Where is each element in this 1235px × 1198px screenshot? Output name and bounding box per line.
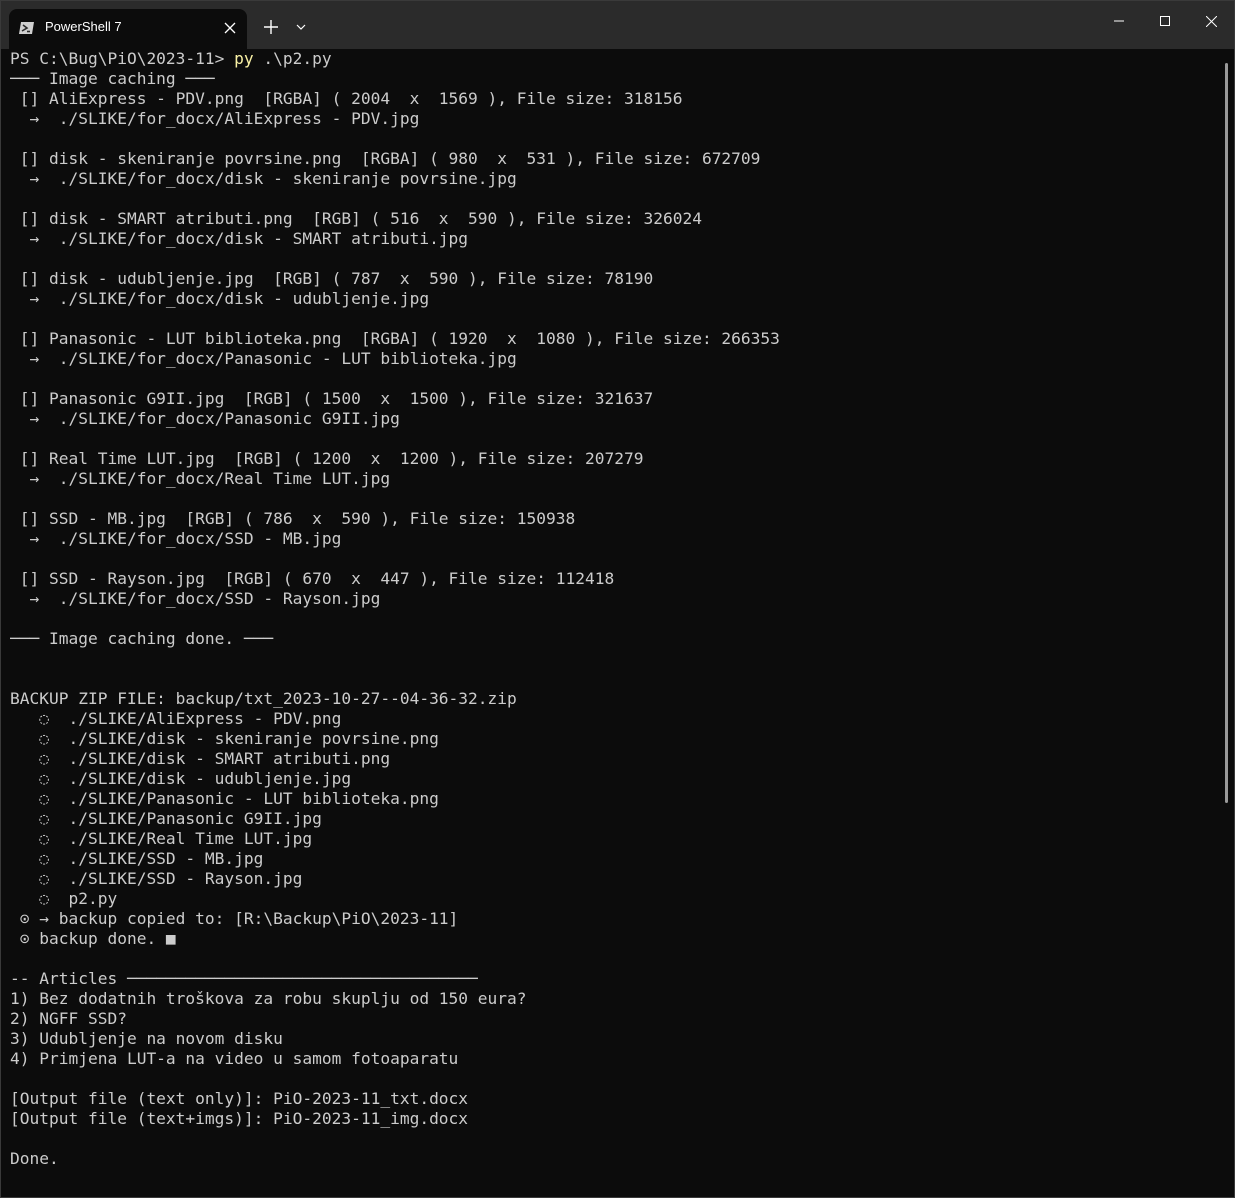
output-line: → ./SLIKE/for_docx/SSD - MB.jpg [10, 529, 342, 548]
output-line: [] SSD - MB.jpg [RGB] ( 786 x 590 ), Fil… [10, 509, 576, 528]
output-line: [] Panasonic - LUT biblioteka.png [RGBA]… [10, 329, 780, 348]
output-line: [] disk - skeniranje povrsine.png [RGBA]… [10, 149, 761, 168]
output-line: 2) NGFF SSD? [10, 1009, 127, 1028]
tab-title: PowerShell 7 [45, 19, 122, 34]
output-line: ◌ ./SLIKE/Panasonic G9II.jpg [10, 809, 322, 828]
output-line: [] Real Time LUT.jpg [RGB] ( 1200 x 1200… [10, 449, 644, 468]
output-line: [] disk - SMART atributi.png [RGB] ( 516… [10, 209, 702, 228]
terminal-output[interactable]: PS C:\Bug\PiO\2023-11> py .\p2.py ─── Im… [10, 49, 1215, 1195]
output-line: ◌ ./SLIKE/AliExpress - PDV.png [10, 709, 342, 728]
output-line: [] AliExpress - PDV.png [RGBA] ( 2004 x … [10, 89, 683, 108]
tab-powershell[interactable]: PowerShell 7 [9, 9, 247, 49]
tab-dropdown-button[interactable] [291, 15, 311, 39]
output-line: → ./SLIKE/for_docx/disk - udubljenje.jpg [10, 289, 430, 308]
output-line: ◌ ./SLIKE/disk - skeniranje povrsine.png [10, 729, 439, 748]
maximize-icon [1160, 16, 1170, 26]
output-line: ⊙ → backup copied to: [R:\Backup\PiO\202… [10, 909, 459, 928]
output-line: ⊙ backup done. ■ [10, 929, 176, 948]
output-line: [] Panasonic G9II.jpg [RGB] ( 1500 x 150… [10, 389, 654, 408]
close-window-button[interactable] [1188, 1, 1234, 41]
output-line: ◌ ./SLIKE/disk - SMART atributi.png [10, 749, 391, 768]
output-line: ─── Image caching ─── [10, 69, 215, 88]
scrollbar[interactable] [1225, 63, 1228, 803]
output-lines: ─── Image caching ─── [] AliExpress - PD… [10, 69, 1215, 1169]
output-line: BACKUP ZIP FILE: backup/txt_2023-10-27--… [10, 689, 517, 708]
command-args: .\p2.py [253, 49, 332, 68]
output-line: → ./SLIKE/for_docx/Panasonic G9II.jpg [10, 409, 400, 428]
output-line: [Output file (text+imgs)]: PiO-2023-11_i… [10, 1109, 469, 1128]
output-line: → ./SLIKE/for_docx/SSD - Rayson.jpg [10, 589, 381, 608]
chevron-down-icon [296, 24, 306, 30]
output-line: 4) Primjena LUT-a na video u samom fotoa… [10, 1049, 459, 1068]
output-line: [] SSD - Rayson.jpg [RGB] ( 670 x 447 ),… [10, 569, 615, 588]
output-line: ◌ ./SLIKE/SSD - Rayson.jpg [10, 869, 303, 888]
title-bar[interactable]: PowerShell 7 [1, 1, 1234, 49]
output-line: → ./SLIKE/for_docx/disk - SMART atributi… [10, 229, 469, 248]
output-line: ◌ ./SLIKE/Panasonic - LUT biblioteka.png [10, 789, 439, 808]
output-line: → ./SLIKE/for_docx/Real Time LUT.jpg [10, 469, 391, 488]
output-line: ◌ ./SLIKE/SSD - MB.jpg [10, 849, 264, 868]
minimize-button[interactable] [1096, 1, 1142, 41]
output-line: 3) Udubljenje na novom disku [10, 1029, 283, 1048]
output-line: -- Articles ────────────────────────────… [10, 969, 478, 988]
terminal-window: PowerShell 7 PS C:\Bug\PiO\2023-11> py .… [0, 0, 1235, 1198]
output-line: → ./SLIKE/for_docx/Panasonic - LUT bibli… [10, 349, 517, 368]
output-line: ─── Image caching done. ─── [10, 629, 274, 648]
output-line: Done. [10, 1149, 59, 1168]
maximize-button[interactable] [1142, 1, 1188, 41]
output-line: ◌ ./SLIKE/disk - udubljenje.jpg [10, 769, 352, 788]
output-line: → ./SLIKE/for_docx/AliExpress - PDV.jpg [10, 109, 420, 128]
output-line: ◌ p2.py [10, 889, 118, 908]
command-name: py [234, 49, 254, 68]
output-line: [] disk - udubljenje.jpg [RGB] ( 787 x 5… [10, 269, 654, 288]
tab-close-icon[interactable] [219, 17, 241, 39]
plus-icon [264, 20, 278, 34]
minimize-icon [1114, 20, 1124, 22]
output-line: ◌ ./SLIKE/Real Time LUT.jpg [10, 829, 313, 848]
output-line: [Output file (text only)]: PiO-2023-11_t… [10, 1089, 469, 1108]
powershell-icon [19, 21, 35, 35]
prompt-line: PS C:\Bug\PiO\2023-11> py .\p2.py [10, 49, 1215, 69]
new-tab-button[interactable] [259, 15, 283, 39]
output-line: → ./SLIKE/for_docx/disk - skeniranje pov… [10, 169, 517, 188]
output-line: 1) Bez dodatnih troškova za robu skuplju… [10, 989, 527, 1008]
prompt-text: PS C:\Bug\PiO\2023-11> [10, 49, 235, 68]
close-icon [1205, 15, 1217, 27]
